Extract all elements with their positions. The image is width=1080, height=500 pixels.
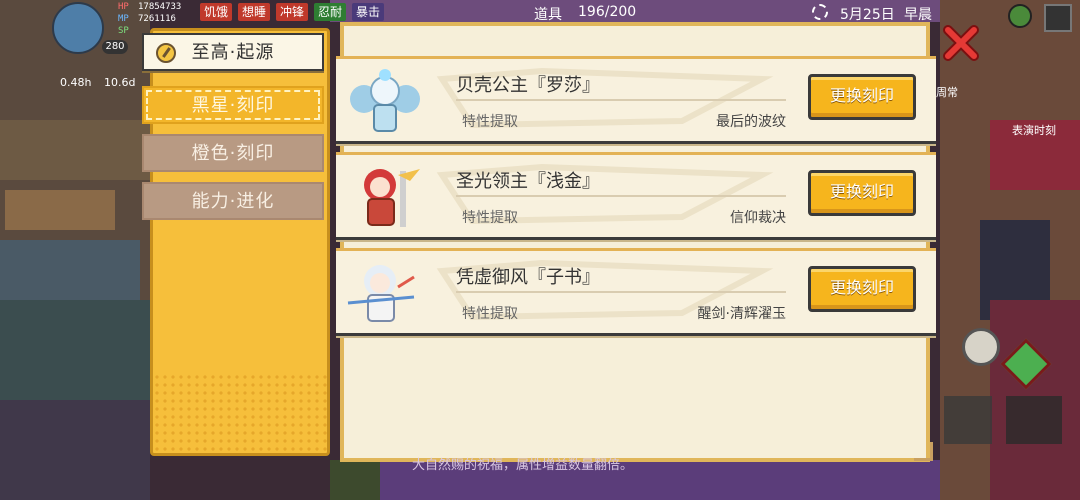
wind-swordswoman-portrait (344, 257, 424, 329)
trait-label: 特性提取 (462, 210, 518, 226)
tab-label: 黑星·刻印 (191, 95, 275, 116)
avatar[interactable] (52, 2, 104, 54)
tab-ability-evolution[interactable]: 能力·进化 (142, 182, 324, 220)
background-hint-text: 大自然赐的祝福，属性增益数量翻倍。 (412, 458, 634, 473)
change-imprint-button[interactable]: 更换刻印 (808, 170, 916, 216)
tab-black-star-imprint[interactable]: 黑星·刻印 (142, 86, 324, 124)
globe-icon[interactable] (1008, 4, 1032, 28)
divider (456, 195, 786, 197)
character-name: 贝壳公主『罗莎』 (456, 75, 600, 96)
origin-badge-icon (156, 43, 176, 63)
tab-orange-imprint[interactable]: 橙色·刻印 (142, 134, 324, 172)
trait-value: 醒剑·清辉濯玉 (697, 306, 786, 322)
status-tag-hunger: 饥饿 (200, 3, 233, 21)
trait-value: 最后的波纹 (716, 114, 786, 130)
shell-princess-portrait (344, 65, 424, 137)
tab-label: 能力·进化 (191, 191, 275, 212)
status-tag-crit: 暴击 (352, 3, 385, 21)
hp-value: 17854733 (138, 2, 182, 12)
timer-1: 0.48h (60, 76, 92, 89)
date-text: 5月25日 (840, 7, 895, 23)
divider (456, 291, 786, 293)
sun-icon (812, 4, 828, 20)
change-imprint-button[interactable]: 更换刻印 (808, 74, 916, 120)
sidebar-pattern (153, 373, 327, 453)
imprint-card: 凭虚御风『子书』 特性提取 醒剑·清辉濯玉 更换刻印 (336, 248, 936, 336)
performance-label: 表演时刻 (1012, 124, 1056, 137)
imprint-card: 圣光领主『浅金』 特性提取 信仰裁决 更换刻印 (336, 152, 936, 240)
sp-label: SP (118, 26, 129, 36)
character-name: 凭虚御风『子书』 (456, 267, 600, 288)
tab-label: 橙色·刻印 (191, 143, 275, 164)
status-tag-endure: 忍耐 (314, 3, 347, 21)
imprint-card: 贝壳公主『罗莎』 特性提取 最后的波纹 更换刻印 (336, 56, 936, 144)
hp-label: HP (118, 2, 129, 12)
trait-value: 信仰裁决 (730, 210, 786, 226)
fullscreen-icon[interactable] (1044, 4, 1072, 32)
divider (456, 99, 786, 101)
close-icon[interactable] (942, 24, 980, 62)
sword-icon[interactable] (944, 396, 992, 444)
character-name: 圣光领主『浅金』 (456, 171, 600, 192)
status-tag-charge: 冲锋 (276, 3, 309, 21)
change-imprint-button[interactable]: 更换刻印 (808, 266, 916, 312)
holy-lord-portrait (344, 161, 424, 233)
level-badge: 280 (102, 40, 128, 54)
items-label: 道具 (534, 7, 562, 23)
bow-icon[interactable] (1006, 396, 1062, 444)
trait-label: 特性提取 (462, 306, 518, 322)
items-count: 196/200 (578, 4, 637, 20)
hourglass-icon[interactable] (962, 328, 1000, 366)
timer-2: 10.6d (104, 76, 136, 89)
trait-label: 特性提取 (462, 114, 518, 130)
mp-label: MP (118, 14, 129, 24)
weekly-label: 周常 (936, 86, 958, 99)
time-of-day: 早晨 (904, 7, 932, 23)
tab-supreme-origin[interactable]: 至高·起源 (142, 33, 324, 71)
mp-value: 7261116 (138, 14, 176, 24)
panel-corner-decoration (914, 442, 933, 461)
tab-label: 至高·起源 (191, 42, 275, 63)
status-tag-sleepy: 想睡 (238, 3, 271, 21)
